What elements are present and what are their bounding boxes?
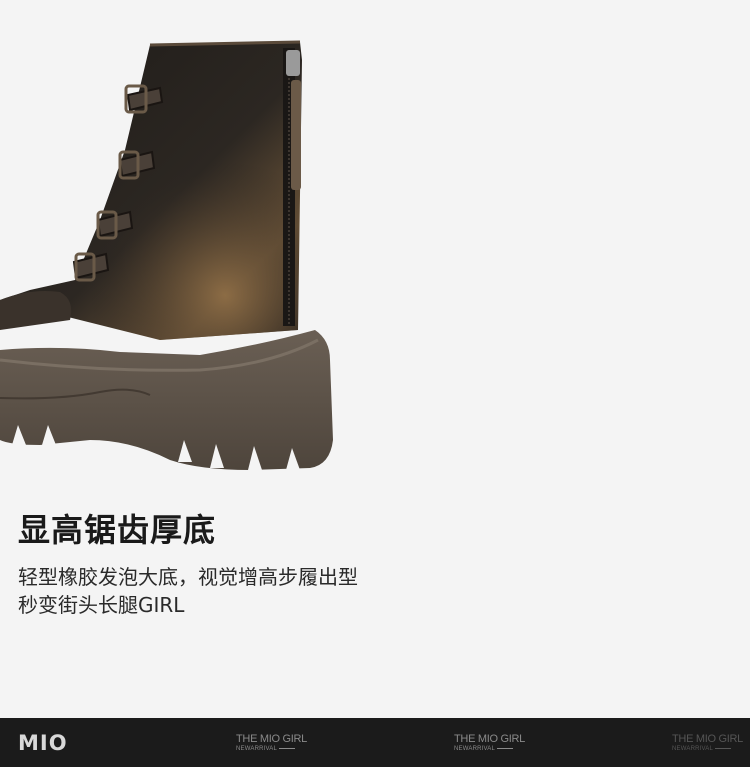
watermark-2: THE MIO GIRL NEWARRIVAL bbox=[454, 733, 525, 753]
watermark-title: THE MIO GIRL bbox=[236, 733, 307, 745]
feature-description: 轻型橡胶发泡大底，视觉增高步履出型 秒变街头长腿GIRL bbox=[18, 563, 448, 619]
description-line-1: 轻型橡胶发泡大底，视觉增高步履出型 bbox=[18, 565, 358, 589]
feature-headline: 显高锯齿厚底 bbox=[18, 511, 217, 549]
watermark-subtitle: NEWARRIVAL bbox=[454, 746, 496, 752]
watermark-title: THE MIO GIRL bbox=[454, 733, 525, 745]
product-photo bbox=[0, 0, 750, 480]
watermark-subtitle: NEWARRIVAL bbox=[672, 746, 714, 752]
watermark-subtitle: NEWARRIVAL bbox=[236, 746, 278, 752]
description-line-2: 秒变街头长腿GIRL bbox=[18, 593, 185, 617]
platform-sole bbox=[0, 330, 333, 470]
brand-logo: MIO bbox=[18, 731, 68, 755]
watermark-3: THE MIO GIRL NEWARRIVAL bbox=[672, 733, 743, 753]
boot-illustration bbox=[0, 40, 333, 470]
brand-footer: MIO THE MIO GIRL NEWARRIVAL THE MIO GIRL… bbox=[0, 718, 750, 767]
watermark-1: THE MIO GIRL NEWARRIVAL bbox=[236, 733, 307, 753]
watermark-title: THE MIO GIRL bbox=[672, 733, 743, 745]
